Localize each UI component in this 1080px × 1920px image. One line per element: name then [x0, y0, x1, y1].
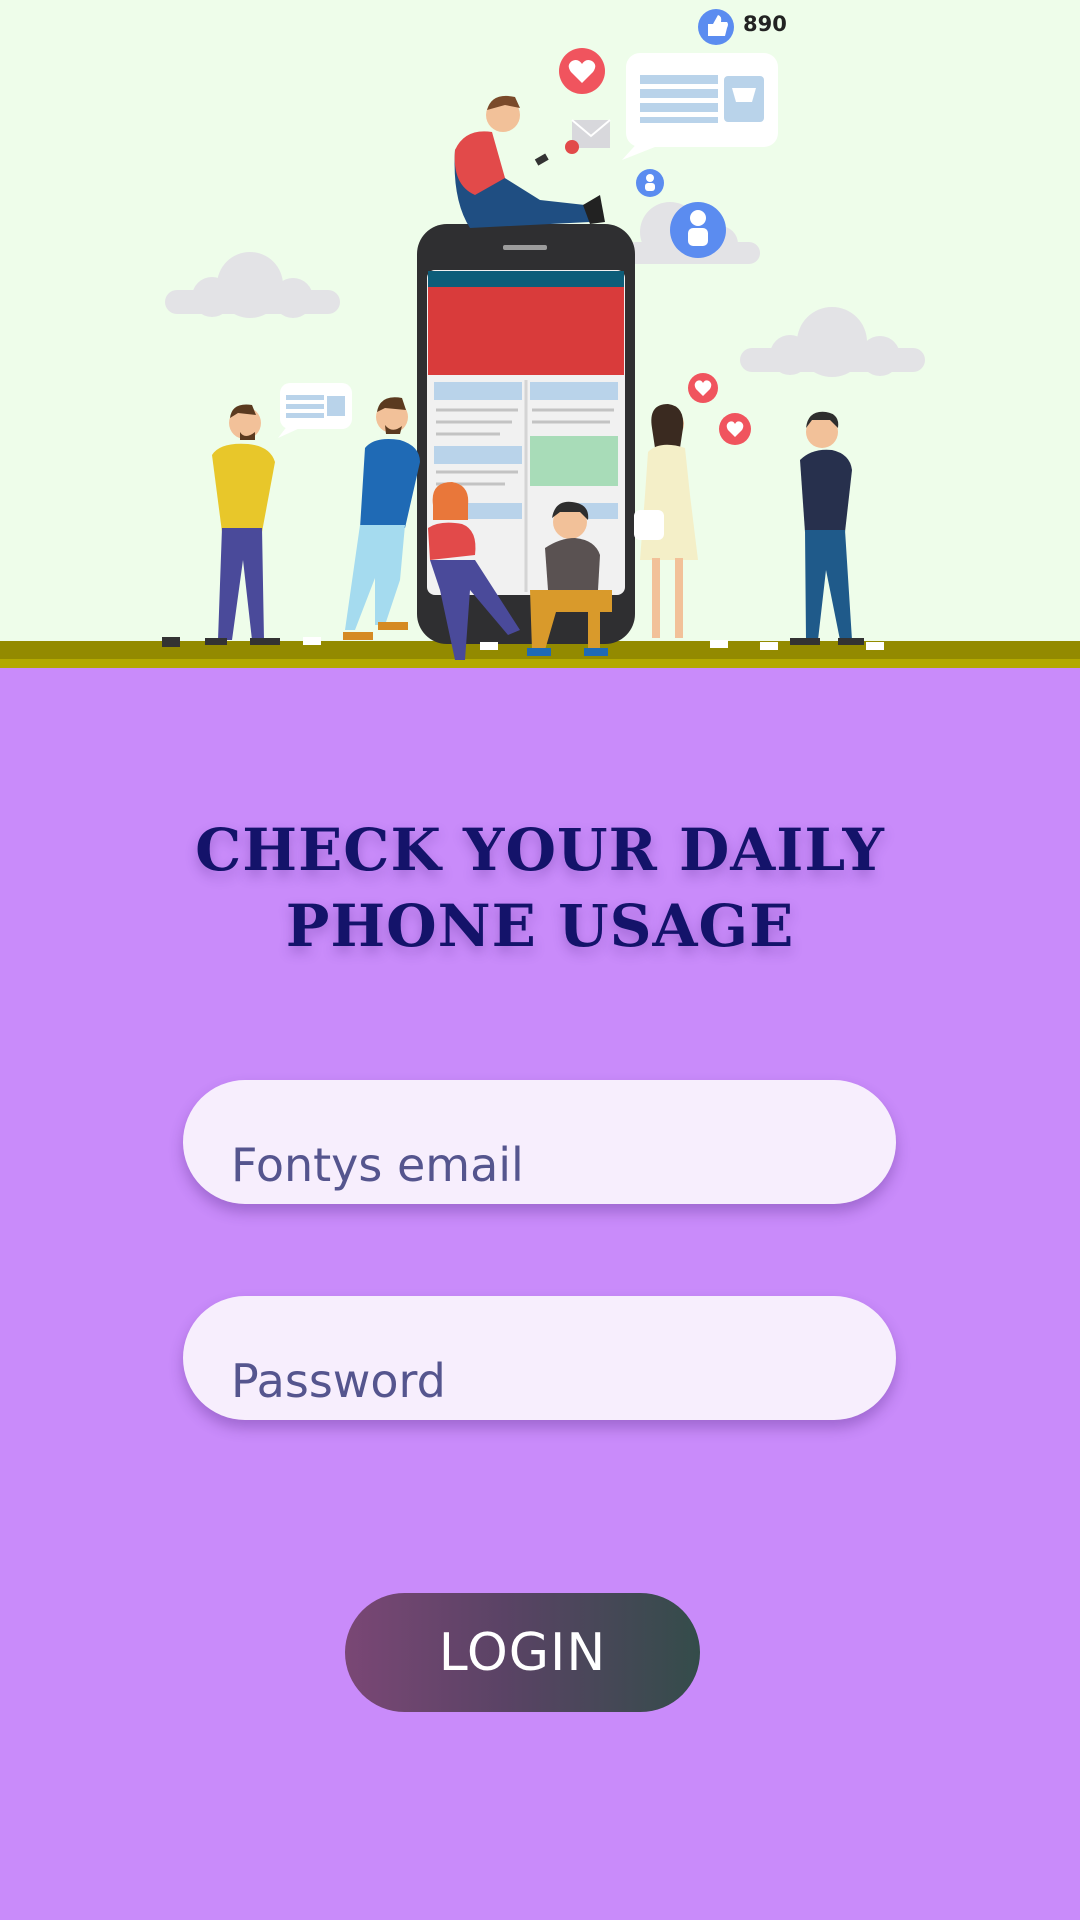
like-count: 890 — [743, 12, 787, 36]
login-button[interactable]: LOGIN — [345, 1593, 700, 1712]
person-cream-dress — [634, 404, 698, 638]
person-on-phone — [454, 95, 605, 228]
page-title-line-1: CHECK YOUR DAILY — [195, 816, 885, 884]
page-title: CHECK YOUR DAILY PHONE USAGE — [0, 812, 1080, 964]
person-dark-shirt — [790, 411, 864, 645]
page-title-line-2: PHONE USAGE — [285, 892, 795, 960]
mail-icon — [565, 119, 611, 154]
social-media-people-illustration — [0, 9, 1080, 668]
password-field[interactable] — [183, 1296, 896, 1420]
hero-illustration: 890 — [0, 0, 1080, 668]
chat-bubble-cart-icon — [622, 53, 778, 160]
email-field[interactable] — [183, 1080, 896, 1204]
chat-bubble-icon — [278, 383, 352, 438]
person-blue-shirt — [343, 397, 420, 640]
person-yellow-shirt — [205, 404, 280, 645]
